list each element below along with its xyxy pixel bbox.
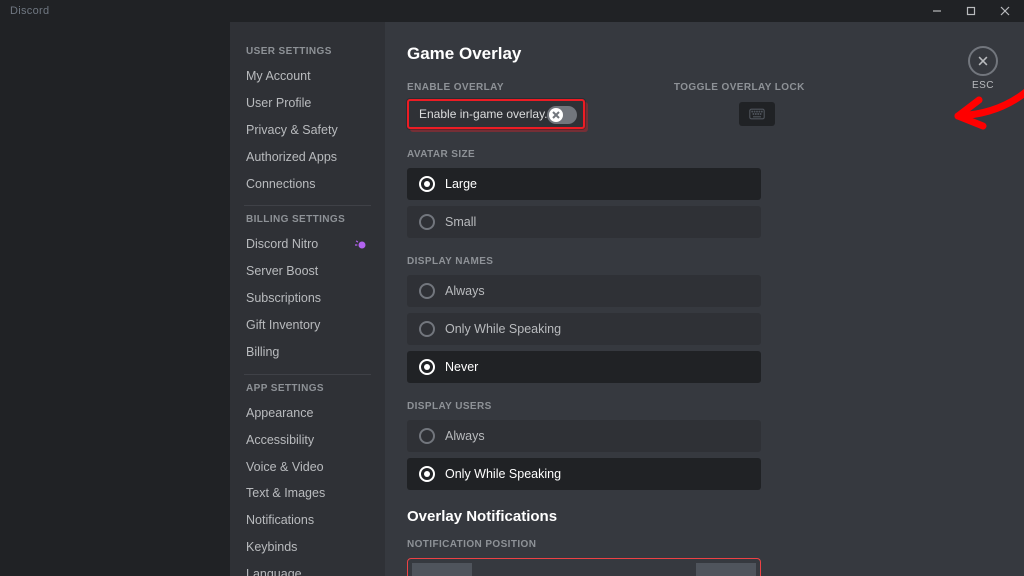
sidebar-item-my-account[interactable]: My Account [240, 63, 375, 90]
sidebar-item-label: Keybinds [246, 539, 297, 556]
sidebar-item-accessibility[interactable]: Accessibility [240, 427, 375, 454]
overlay-row-headers: ENABLE OVERLAY TOGGLE OVERLAY LOCK [407, 82, 1002, 93]
settings-sidebar: USER SETTINGS My Account User Profile Priva… [230, 22, 385, 576]
radio-icon [419, 359, 435, 375]
avatar-size-option[interactable]: Large [407, 168, 761, 200]
close-button[interactable] [992, 2, 1018, 20]
sidebar-item-gift-inventory[interactable]: Gift Inventory [240, 312, 375, 339]
sidebar-item-privacy-safety[interactable]: Privacy & Safety [240, 117, 375, 144]
app-name: Discord [6, 5, 49, 17]
sidebar-item-label: Connections [246, 176, 316, 193]
settings-sections: AVATAR SIZE Large Small DISPLAY NAMES Always… [407, 149, 1002, 490]
radio-icon [419, 428, 435, 444]
sidebar-item-label: Subscriptions [246, 290, 321, 307]
overlay-lock-keybind[interactable] [739, 102, 775, 126]
display-names-option[interactable]: Only While Speaking [407, 313, 761, 345]
minimize-button[interactable] [924, 2, 950, 20]
display-users-option[interactable]: Only While Speaking [407, 458, 761, 490]
sidebar-group-header: APP SETTINGS [246, 383, 369, 394]
titlebar: Discord [0, 0, 1024, 22]
sidebar-item-keybinds[interactable]: Keybinds [240, 534, 375, 561]
notification-position-picker[interactable] [407, 558, 761, 576]
radio-option-label: Small [445, 215, 476, 229]
radio-icon [419, 321, 435, 337]
radio-icon [419, 214, 435, 230]
sidebar-item-text-images[interactable]: Text & Images [240, 480, 375, 507]
esc-label: ESC [972, 80, 994, 91]
enable-overlay-box: Enable in-game overlay. [407, 99, 585, 129]
radio-option-label: Never [445, 360, 478, 374]
display-names-option[interactable]: Never [407, 351, 761, 383]
left-gutter [0, 22, 230, 576]
display-names-option[interactable]: Always [407, 275, 761, 307]
display-names-group: Always Only While Speaking Never [407, 275, 761, 383]
sidebar-item-label: User Profile [246, 95, 311, 112]
sidebar-item-discord-nitro[interactable]: Discord Nitro [240, 231, 375, 258]
avatar-size-label: AVATAR SIZE [407, 149, 1002, 160]
display-names-label: DISPLAY NAMES [407, 256, 1002, 267]
sidebar-item-label: Authorized Apps [246, 149, 337, 166]
sidebar-item-label: Text & Images [246, 485, 325, 502]
settings-content: ESC Game Overlay ENABLE OVERLAY TOGGLE O… [385, 22, 1024, 576]
sidebar-item-label: Notifications [246, 512, 314, 529]
radio-option-label: Large [445, 177, 477, 191]
sidebar-item-label: Language [246, 566, 302, 576]
sidebar-item-label: Privacy & Safety [246, 122, 338, 139]
close-settings-button[interactable] [968, 46, 998, 76]
enable-overlay-toggle[interactable] [547, 106, 577, 124]
position-top-left[interactable] [412, 563, 472, 576]
sidebar-item-appearance[interactable]: Appearance [240, 400, 375, 427]
sidebar-item-user-profile[interactable]: User Profile [240, 90, 375, 117]
enable-overlay-header: ENABLE OVERLAY [407, 82, 504, 93]
sidebar-item-voice-video[interactable]: Voice & Video [240, 454, 375, 481]
radio-icon [419, 283, 435, 299]
sidebar-separator [244, 205, 371, 206]
sidebar-item-server-boost[interactable]: Server Boost [240, 258, 375, 285]
enable-overlay-label: Enable in-game overlay. [419, 107, 548, 121]
toggle-knob [549, 108, 563, 122]
radio-option-label: Always [445, 284, 485, 298]
display-users-label: DISPLAY USERS [407, 401, 1002, 412]
sidebar-separator [244, 374, 371, 375]
sidebar-item-label: My Account [246, 68, 311, 85]
sidebar-item-label: Accessibility [246, 432, 314, 449]
nitro-icon [355, 238, 369, 252]
esc-container: ESC [968, 46, 998, 91]
radio-icon [419, 176, 435, 192]
radio-icon [419, 466, 435, 482]
toggle-overlay-lock-header: TOGGLE OVERLAY LOCK [674, 82, 805, 93]
sidebar-item-label: Voice & Video [246, 459, 324, 476]
sidebar-item-label: Billing [246, 344, 279, 361]
avatar-size-group: Large Small [407, 168, 761, 238]
sidebar-item-authorized-apps[interactable]: Authorized Apps [240, 144, 375, 171]
position-top-right[interactable] [696, 563, 756, 576]
sidebar-item-connections[interactable]: Connections [240, 171, 375, 198]
sidebar-item-label: Gift Inventory [246, 317, 320, 334]
avatar-size-option[interactable]: Small [407, 206, 761, 238]
sidebar-item-language[interactable]: Language [240, 561, 375, 576]
sidebar-item-notifications[interactable]: Notifications [240, 507, 375, 534]
maximize-button[interactable] [958, 2, 984, 20]
page-title: Game Overlay [407, 44, 1002, 64]
notification-position-label: NOTIFICATION POSITION [407, 539, 1002, 550]
radio-option-label: Only While Speaking [445, 467, 561, 481]
display-users-group: Always Only While Speaking [407, 420, 761, 490]
sidebar-item-label: Server Boost [246, 263, 318, 280]
sidebar-group-header: BILLING SETTINGS [246, 214, 369, 225]
window-controls [924, 2, 1018, 20]
sidebar-item-subscriptions[interactable]: Subscriptions [240, 285, 375, 312]
display-users-option[interactable]: Always [407, 420, 761, 452]
sidebar-item-billing[interactable]: Billing [240, 339, 375, 366]
sidebar-item-label: Discord Nitro [246, 236, 318, 253]
sidebar-item-label: Appearance [246, 405, 313, 422]
sidebar-group-header: USER SETTINGS [246, 46, 369, 57]
radio-option-label: Always [445, 429, 485, 443]
radio-option-label: Only While Speaking [445, 322, 561, 336]
overlay-notifications-title: Overlay Notifications [407, 508, 1002, 525]
